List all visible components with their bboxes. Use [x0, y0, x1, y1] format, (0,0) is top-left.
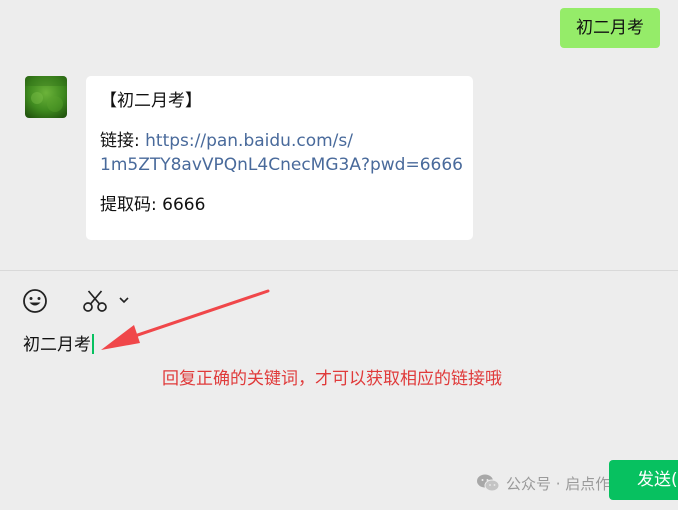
- link-label: 链接:: [100, 131, 146, 151]
- avatar[interactable]: [25, 76, 67, 118]
- message-title: 【初二月考】: [100, 91, 202, 111]
- input-text: 初二月考: [23, 335, 91, 355]
- chevron-down-icon[interactable]: [118, 295, 130, 305]
- chat-area: 初二月考 【初二月考】 链接: https://pan.baidu.com/s/…: [0, 0, 678, 270]
- send-button[interactable]: 发送(S): [609, 460, 678, 500]
- avatar-grass-image: [25, 76, 67, 118]
- message-input[interactable]: 初二月考: [23, 334, 94, 356]
- extraction-code: 提取码: 6666: [100, 195, 206, 215]
- share-link-part1[interactable]: https://pan.baidu.com/s/: [145, 131, 353, 151]
- share-link-part2[interactable]: 1m5ZTY8avVPQnL4CnecMG3A?pwd=6666: [100, 153, 463, 177]
- wechat-icon: [477, 474, 500, 492]
- scissors-icon[interactable]: [82, 288, 108, 314]
- received-message-bubble[interactable]: 【初二月考】 链接: https://pan.baidu.com/s/ 1m5Z…: [86, 76, 473, 240]
- watermark: 公众号 · 启点作为: [476, 472, 625, 494]
- annotation-text: 回复正确的关键词，才可以获取相应的链接哦: [162, 369, 502, 389]
- watermark-text: 公众号 · 启点作为: [506, 474, 626, 493]
- emoji-icon[interactable]: [22, 288, 48, 314]
- text-caret: [92, 334, 94, 354]
- sent-message-bubble[interactable]: 初二月考: [560, 8, 660, 48]
- message-link-line: 链接: https://pan.baidu.com/s/: [100, 129, 459, 153]
